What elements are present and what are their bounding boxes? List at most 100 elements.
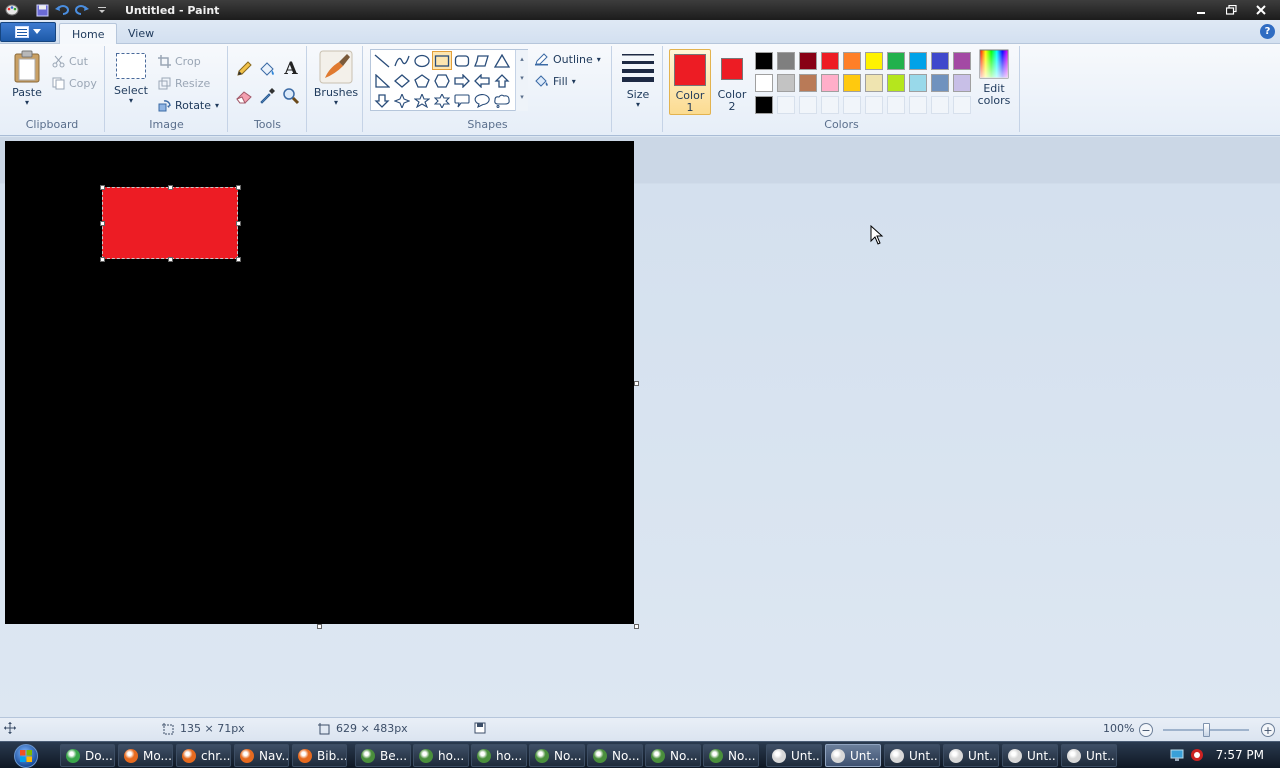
hexagon-shape-icon[interactable] bbox=[432, 71, 452, 90]
network-icon[interactable] bbox=[1170, 749, 1184, 762]
palette-swatch[interactable] bbox=[953, 52, 971, 70]
palette-empty-slot[interactable] bbox=[909, 96, 927, 114]
close-icon[interactable] bbox=[1248, 1, 1274, 18]
zoom-out-button[interactable]: − bbox=[1139, 723, 1153, 737]
start-button[interactable] bbox=[8, 742, 44, 768]
palette-empty-slot[interactable] bbox=[887, 96, 905, 114]
selection-handle-top-right[interactable] bbox=[236, 185, 241, 190]
palette-empty-slot[interactable] bbox=[843, 96, 861, 114]
canvas-workspace[interactable] bbox=[0, 137, 1280, 717]
restore-icon[interactable] bbox=[1218, 1, 1244, 18]
tab-home[interactable]: Home bbox=[59, 23, 118, 44]
five-point-star-shape-icon[interactable] bbox=[412, 91, 432, 110]
paste-button[interactable]: Paste ▾ bbox=[8, 50, 46, 107]
fill-bucket-icon[interactable] bbox=[257, 59, 277, 79]
left-arrow-shape-icon[interactable] bbox=[472, 71, 492, 90]
color-2-selector[interactable]: Color 2 bbox=[714, 49, 750, 115]
customize-qat-icon[interactable] bbox=[93, 2, 111, 18]
taskbar-button[interactable]: No... bbox=[703, 744, 759, 767]
cloud-callout-shape-icon[interactable] bbox=[492, 91, 512, 110]
palette-swatch[interactable] bbox=[755, 74, 773, 92]
palette-empty-slot[interactable] bbox=[799, 96, 817, 114]
redo-icon[interactable] bbox=[73, 2, 91, 18]
crop-button[interactable]: Crop bbox=[158, 52, 201, 70]
palette-swatch[interactable] bbox=[755, 52, 773, 70]
right-arrow-shape-icon[interactable] bbox=[452, 71, 472, 90]
triangle-shape-icon[interactable] bbox=[492, 51, 512, 70]
select-button[interactable]: Select ▾ bbox=[112, 52, 150, 105]
palette-swatch[interactable] bbox=[821, 52, 839, 70]
oval-callout-shape-icon[interactable] bbox=[472, 91, 492, 110]
help-icon[interactable]: ? bbox=[1260, 24, 1275, 39]
curve-shape-icon[interactable] bbox=[392, 51, 412, 70]
color-picker-icon[interactable] bbox=[257, 86, 277, 106]
palette-swatch[interactable] bbox=[887, 52, 905, 70]
drawing-canvas[interactable] bbox=[5, 141, 634, 624]
palette-swatch[interactable] bbox=[799, 52, 817, 70]
copy-button[interactable]: Copy bbox=[52, 74, 97, 92]
palette-swatch[interactable] bbox=[865, 74, 883, 92]
oval-shape-icon[interactable] bbox=[412, 51, 432, 70]
taskbar-button[interactable]: No... bbox=[645, 744, 701, 767]
four-point-star-shape-icon[interactable] bbox=[392, 91, 412, 110]
zoom-slider-thumb[interactable] bbox=[1203, 723, 1210, 737]
resize-button[interactable]: Resize bbox=[158, 74, 210, 92]
edit-colors-button[interactable]: Edit colors bbox=[974, 49, 1014, 115]
undo-icon[interactable] bbox=[53, 2, 71, 18]
palette-empty-slot[interactable] bbox=[931, 96, 949, 114]
canvas-resize-handle-corner[interactable] bbox=[634, 624, 639, 629]
taskbar-button[interactable]: Nav... bbox=[234, 744, 289, 767]
eraser-icon[interactable] bbox=[234, 86, 254, 106]
selection-handle-top[interactable] bbox=[168, 185, 173, 190]
palette-swatch[interactable] bbox=[953, 74, 971, 92]
taskbar-button[interactable]: Bib... bbox=[292, 744, 347, 767]
pentagon-shape-icon[interactable] bbox=[412, 71, 432, 90]
palette-swatch[interactable] bbox=[887, 74, 905, 92]
selection-handle-top-left[interactable] bbox=[100, 185, 105, 190]
taskbar-button[interactable]: chr... bbox=[176, 744, 231, 767]
taskbar-button[interactable]: Unt... bbox=[1002, 744, 1058, 767]
taskbar-button[interactable]: No... bbox=[587, 744, 643, 767]
line-shape-icon[interactable] bbox=[372, 51, 392, 70]
palette-swatch[interactable] bbox=[755, 96, 773, 114]
brushes-button[interactable]: Brushes ▾ bbox=[314, 50, 358, 107]
size-button[interactable]: Size ▾ bbox=[618, 50, 658, 109]
canvas-resize-handle-right[interactable] bbox=[634, 381, 639, 386]
palette-swatch[interactable] bbox=[865, 52, 883, 70]
taskbar-button[interactable]: ho... bbox=[471, 744, 527, 767]
palette-empty-slot[interactable] bbox=[777, 96, 795, 114]
rotate-button[interactable]: Rotate ▾ bbox=[158, 96, 219, 114]
antivirus-icon[interactable] bbox=[1190, 748, 1204, 762]
outline-button[interactable]: Outline ▾ bbox=[534, 50, 601, 68]
taskbar-button[interactable]: Do... bbox=[60, 744, 115, 767]
palette-swatch[interactable] bbox=[909, 74, 927, 92]
taskbar-button[interactable]: Mo... bbox=[118, 744, 173, 767]
paint-app-icon[interactable] bbox=[3, 2, 21, 18]
text-tool-icon[interactable]: A bbox=[281, 59, 301, 79]
taskbar-button[interactable]: ho... bbox=[413, 744, 469, 767]
taskbar-clock[interactable]: 7:57 PM bbox=[1216, 748, 1264, 762]
zoom-in-button[interactable]: + bbox=[1261, 723, 1275, 737]
taskbar-button[interactable]: Unt... bbox=[766, 744, 822, 767]
color-1-selector[interactable]: Color 1 bbox=[669, 49, 711, 115]
shapes-scrollbar[interactable]: ▴ ▾ ▾ bbox=[515, 50, 528, 111]
palette-swatch[interactable] bbox=[799, 74, 817, 92]
up-arrow-shape-icon[interactable] bbox=[492, 71, 512, 90]
taskbar-button[interactable]: Unt... bbox=[825, 744, 881, 767]
taskbar-button[interactable]: Unt... bbox=[1061, 744, 1117, 767]
magnifier-icon[interactable] bbox=[281, 86, 301, 106]
cut-button[interactable]: Cut bbox=[52, 52, 88, 70]
rounded-rectangle-shape-icon[interactable] bbox=[452, 51, 472, 70]
scroll-down-icon[interactable]: ▾ bbox=[516, 69, 528, 88]
palette-swatch[interactable] bbox=[909, 52, 927, 70]
selection-handle-bottom-left[interactable] bbox=[100, 257, 105, 262]
taskbar-button[interactable]: Be... bbox=[355, 744, 411, 767]
scroll-up-icon[interactable]: ▴ bbox=[516, 50, 528, 69]
save-icon[interactable] bbox=[33, 2, 51, 18]
palette-swatch[interactable] bbox=[821, 74, 839, 92]
palette-empty-slot[interactable] bbox=[865, 96, 883, 114]
palette-empty-slot[interactable] bbox=[953, 96, 971, 114]
diamond-shape-icon[interactable] bbox=[392, 71, 412, 90]
taskbar-button[interactable]: No... bbox=[529, 744, 585, 767]
expand-gallery-icon[interactable]: ▾ bbox=[516, 88, 528, 107]
